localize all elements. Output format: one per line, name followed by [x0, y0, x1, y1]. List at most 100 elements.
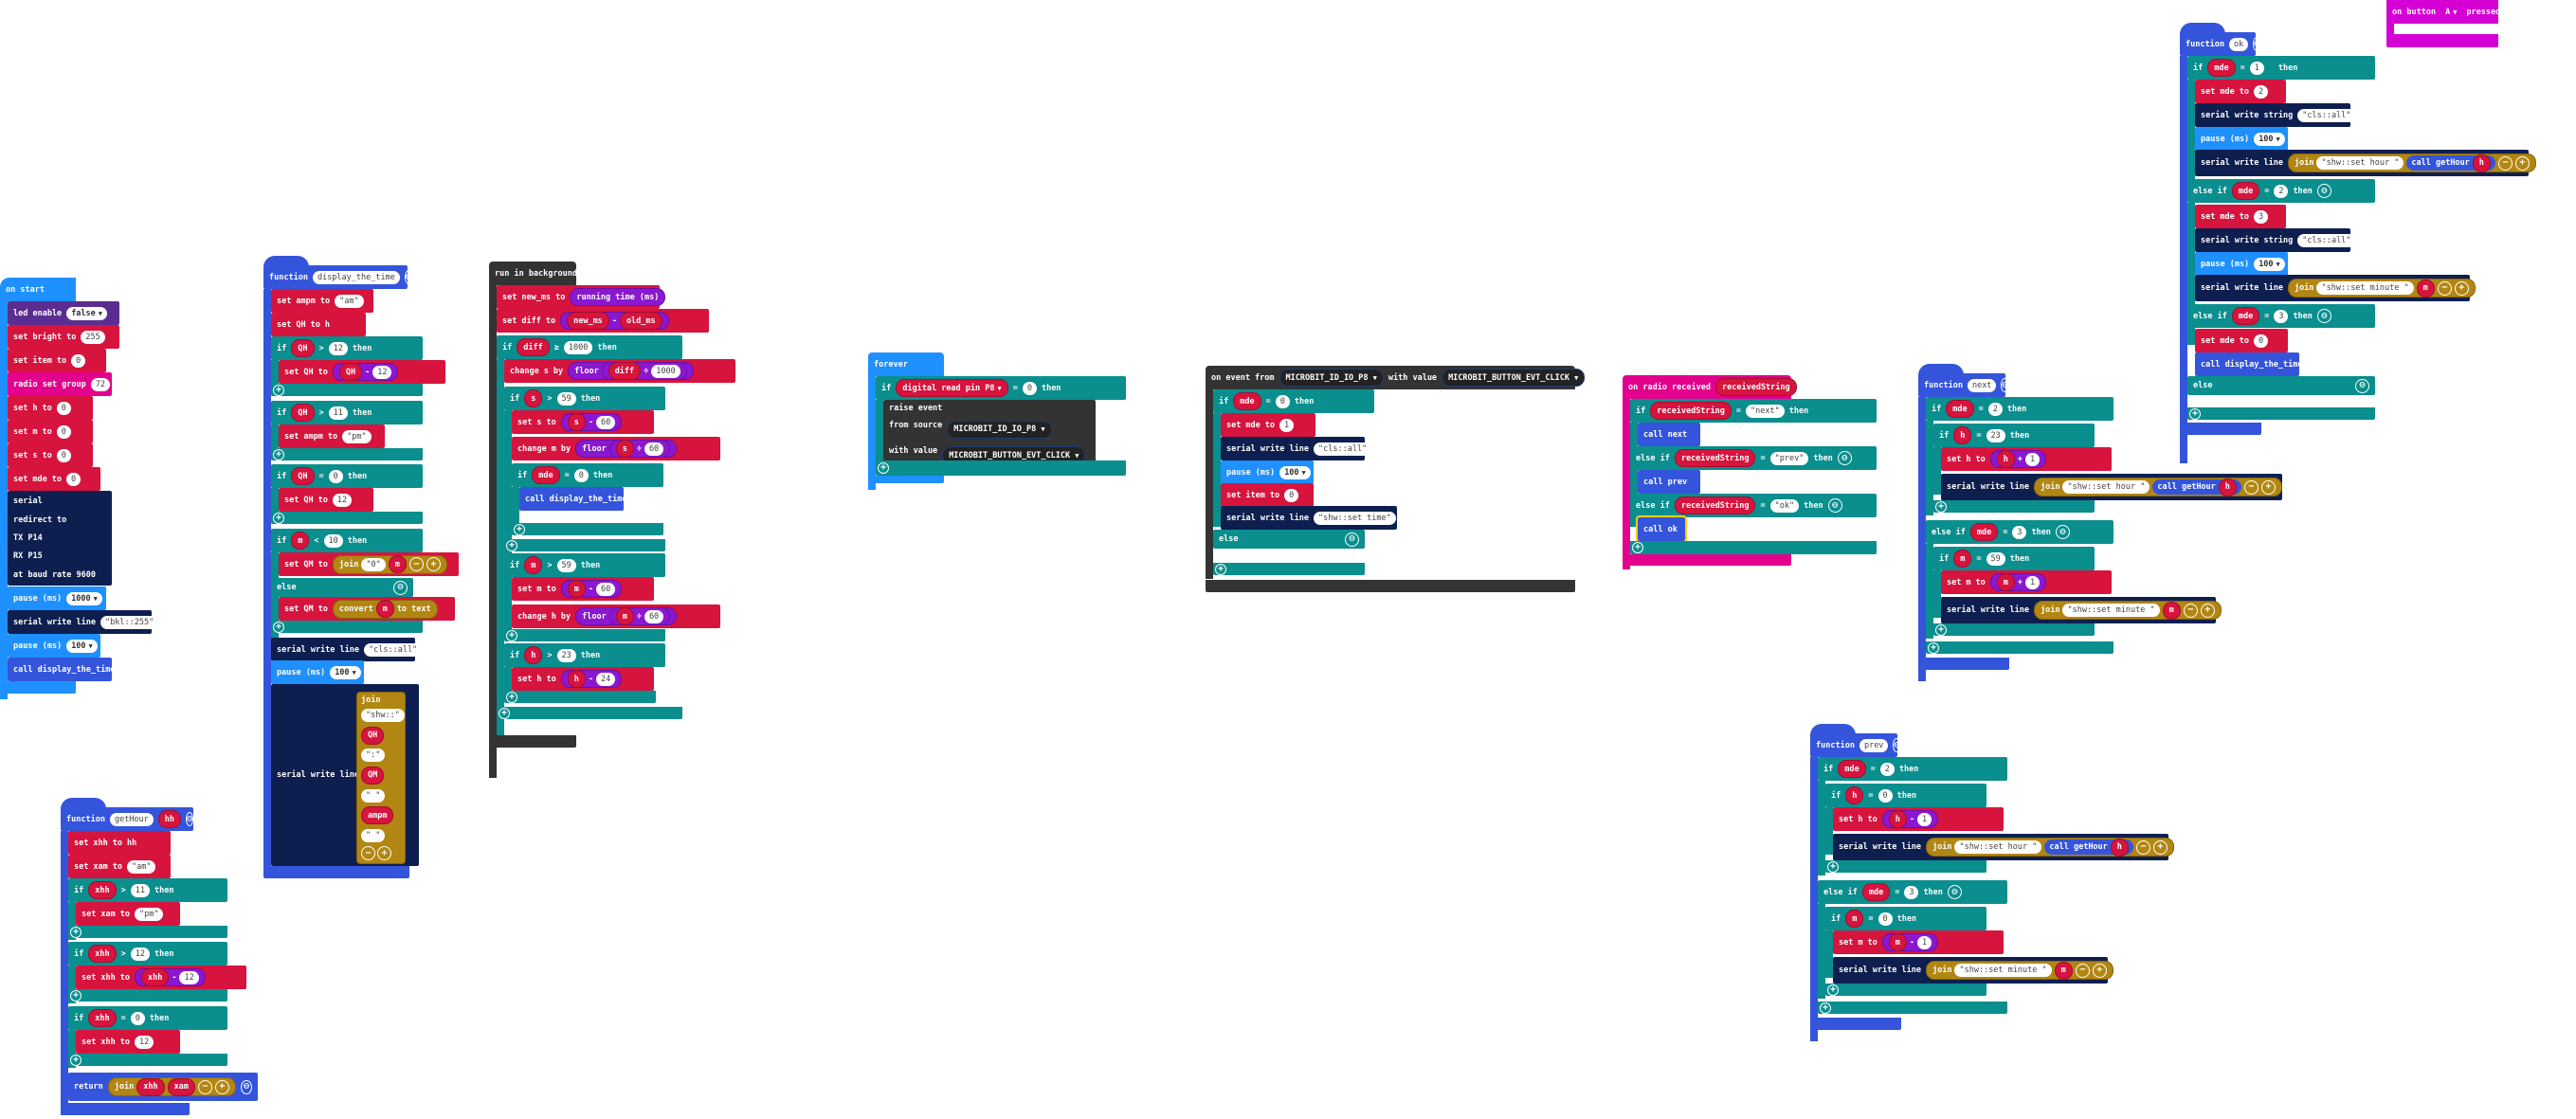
set-bright-block[interactable]: set bright to 255	[8, 325, 119, 349]
call-display-the-time-bg[interactable]: call display_the_time	[519, 487, 626, 511]
if-xhh-gt-12[interactable]: if xhh >12 then	[68, 942, 227, 966]
set-xhh-minus-12[interactable]: set xhh to xhh -12	[76, 966, 246, 989]
elseif-mde-eq-3-prev[interactable]: else if mde = 3 then ⊖	[1818, 880, 2007, 904]
if-mde-eq-2-next[interactable]: if mde = 2 then	[1926, 397, 2113, 421]
set-new-ms[interactable]: set new_ms to running time (ms)	[497, 285, 666, 309]
on-event-header[interactable]: on event from MICROBIT_ID_IO_P8 ▼ with val…	[1206, 366, 1586, 389]
serial-write-set-minute-ok[interactable]: serial write line join "shw::set minute " m…	[2195, 275, 2476, 301]
join-block-display[interactable]: join "shw::" QH ":" QM " " ampm " " − +	[356, 692, 406, 864]
set-xam-pm[interactable]: set xam to "pm"	[76, 902, 180, 926]
if-diff-ge-1000[interactable]: if diff ≥1000 then	[497, 335, 682, 359]
if-mde-eq-1-ok[interactable]: if mde = 1 then	[2187, 56, 2375, 80]
set-m-minus-1[interactable]: set m to m -1	[1833, 930, 2004, 954]
call-display-the-time[interactable]: call display_the_time	[8, 658, 115, 681]
function-prev-header[interactable]: function prev ⊖	[1810, 733, 1901, 757]
set-QM-convert[interactable]: set QM to convert m to text	[279, 597, 455, 621]
set-QH-12[interactable]: set QH to 12	[279, 488, 373, 512]
serial-write-string-cls-2[interactable]: serial write string "cls::all"	[2195, 228, 2356, 252]
if-mde-eq-2-prev[interactable]: if mde = 2 then	[1818, 757, 2007, 781]
background-header[interactable]: run in background	[489, 262, 577, 285]
if-s-gt-59[interactable]: if s >59 then	[504, 387, 665, 410]
pause-100-event[interactable]: pause (ms) 100 ▼	[1221, 460, 1314, 484]
elseif-mde-eq-3-next[interactable]: else if mde = 3 then ⊖	[1926, 520, 2113, 544]
if-m-lt-10[interactable]: if m <10 then	[271, 529, 423, 552]
pause-block-1[interactable]: pause (ms) 1000 ▼	[8, 587, 106, 610]
on-button-header[interactable]: on button A ▼ pressed	[2386, 0, 2500, 24]
pause-100[interactable]: pause (ms) 100 ▼	[271, 660, 364, 684]
pause-100-ok-1[interactable]: pause (ms) 100 ▼	[2195, 127, 2288, 151]
set-diff[interactable]: set diff to new_ms - old_ms	[497, 309, 709, 333]
function-ok-header[interactable]: function ok ⊖	[2180, 32, 2261, 56]
radio-header[interactable]: on radio received receivedString	[1623, 375, 1797, 399]
if-xhh-gt-11[interactable]: if xhh >11 then	[68, 878, 227, 902]
if-xhh-eq-0[interactable]: if xhh = 0 then	[68, 1006, 227, 1030]
set-h-minus-1[interactable]: set h to h -1	[1833, 807, 2004, 831]
function-getHour-header[interactable]: function getHour hh ⊖	[61, 807, 194, 831]
set-mde-2[interactable]: set mde to 2	[2195, 80, 2286, 103]
change-s[interactable]: change s by floor diff ÷ 1000	[504, 359, 735, 383]
serial-write-set-time[interactable]: serial write line "shw::set time"	[1221, 506, 1397, 530]
set-QH-block[interactable]: set QH to h	[271, 313, 366, 336]
set-m-block[interactable]: set m to 0	[8, 420, 93, 443]
pause-block-2[interactable]: pause (ms) 100 ▼	[8, 634, 100, 658]
serial-write-cls[interactable]: serial write line "cls::all"	[271, 638, 423, 661]
serial-write-set-minute-next[interactable]: serial write line join "shw::set minute " m…	[1941, 597, 2222, 623]
elseif-mde-eq-3-ok[interactable]: else if mde = 3 then ⊖	[2187, 304, 2375, 328]
set-item-0[interactable]: set item to 0	[1221, 483, 1314, 507]
call-next[interactable]: call next	[1638, 423, 1700, 446]
set-h-plus-1[interactable]: set h to h +1	[1941, 447, 2112, 471]
function-display-header[interactable]: function display_the_time ⊖	[263, 265, 412, 289]
if-digital-read[interactable]: if digital read pin P8 ▼ = 0 then	[876, 376, 1126, 400]
call-ok[interactable]: call ok	[1636, 515, 1687, 543]
set-mde-0-ok[interactable]: set mde to 0	[2195, 329, 2288, 352]
set-mde-1[interactable]: set mde to 1	[1221, 413, 1315, 437]
set-s-minus-60[interactable]: set s to s -60	[512, 410, 654, 434]
if-h-eq-0[interactable]: if h = 0 then	[1825, 784, 1986, 807]
set-xam-block[interactable]: set xam to "am"	[68, 855, 171, 878]
serial-write-set-hour-prev[interactable]: serial write line join "shw::set hour " cal…	[1833, 834, 2174, 860]
call-display-the-time-ok[interactable]: call display_the_time	[2195, 352, 2302, 376]
pause-100-ok-2[interactable]: pause (ms) 100 ▼	[2195, 252, 2288, 276]
raise-event-block[interactable]: raise event from source MICROBIT_ID_IO_P8…	[883, 400, 1096, 468]
change-m[interactable]: change m by floor s ÷ 60	[512, 437, 720, 460]
if-h-gt-23[interactable]: if h >23 then	[504, 643, 665, 667]
serial-redirect-block[interactable]: serial redirect to TX P14 RX P15 at baud rat…	[8, 491, 112, 586]
if-m-gt-59[interactable]: if m >59 then	[504, 553, 665, 577]
set-xhh-12[interactable]: set xhh to 12	[76, 1030, 180, 1054]
if-h-eq-23[interactable]: if h = 23 then	[1933, 424, 2095, 447]
set-ampm-pm[interactable]: set ampm to "pm"	[279, 424, 385, 448]
change-h[interactable]: change h by floor m ÷ 60	[512, 605, 720, 628]
set-ampm-block[interactable]: set ampm to "am"	[271, 289, 373, 313]
set-QH-minus-12[interactable]: set QH to QH -12	[279, 360, 445, 384]
serial-write-set-minute-prev[interactable]: serial write line join "shw::set minute " m…	[1833, 957, 2113, 984]
if-m-eq-0[interactable]: if m = 0 then	[1825, 907, 1986, 930]
elseif-receivedString-ok[interactable]: else if receivedString = "ok" then ⊖	[1630, 494, 1877, 517]
set-m-minus-60[interactable]: set m to m -60	[512, 577, 654, 601]
forever-header[interactable]: forever	[868, 352, 944, 376]
set-mde-3[interactable]: set mde to 3	[2195, 205, 2286, 228]
set-s-block[interactable]: set s to 0	[8, 443, 93, 467]
if-m-eq-59[interactable]: if m = 59 then	[1933, 547, 2095, 570]
set-m-plus-1[interactable]: set m to m +1	[1941, 570, 2112, 594]
call-prev[interactable]: call prev	[1638, 470, 1700, 494]
on-start-hat[interactable]: on start	[0, 278, 76, 301]
set-xhh-block[interactable]: set xhh to hh	[68, 831, 171, 855]
function-next-header[interactable]: function next ⊖	[1918, 373, 2009, 397]
if-mde-eq-0-event[interactable]: if mde = 0 then	[1213, 389, 1374, 413]
set-QM-join[interactable]: set QM to join "0" m − +	[279, 552, 459, 576]
if-QH-gt-11[interactable]: if QH >11 then	[271, 401, 423, 424]
if-mde-eq-0[interactable]: if mde = 0 then	[512, 463, 663, 487]
serial-write-string-cls-1[interactable]: serial write string "cls::all"	[2195, 103, 2356, 127]
led-enable-block[interactable]: led enable false ▼	[8, 301, 119, 325]
if-receivedString-next[interactable]: if receivedString = "next" then	[1630, 399, 1877, 423]
serial-write-line-block[interactable]: serial write line "bkl::255"	[8, 610, 159, 634]
set-h-minus-24[interactable]: set h to h -24	[512, 667, 654, 691]
if-QH-gt-12[interactable]: if QH >12 then	[271, 336, 423, 360]
set-item-block[interactable]: set item to 0	[8, 349, 106, 372]
if-QH-eq-0[interactable]: if QH = 0 then	[271, 464, 423, 488]
serial-write-set-hour-next[interactable]: serial write line join "shw::set hour " cal…	[1941, 474, 2282, 500]
radio-set-group-block[interactable]: radio set group 72	[8, 372, 112, 396]
elseif-mde-eq-2-ok[interactable]: else if mde = 2 then ⊖	[2187, 179, 2375, 203]
set-mde-block[interactable]: set mde to 0	[8, 467, 100, 491]
serial-write-cls-event[interactable]: serial write line "cls::all"	[1221, 437, 1372, 460]
